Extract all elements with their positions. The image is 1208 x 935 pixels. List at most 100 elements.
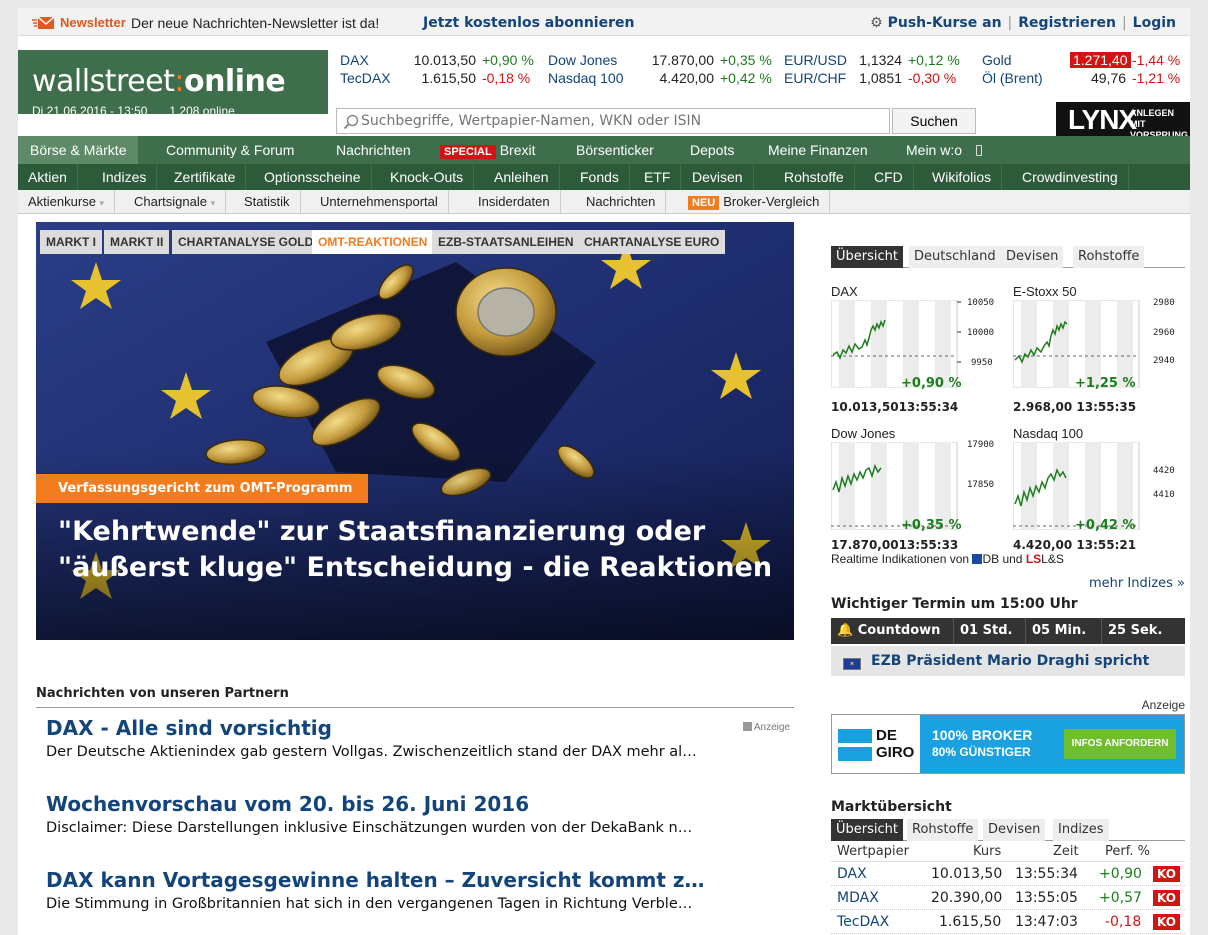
nav-fonds[interactable]: Fonds <box>570 164 630 190</box>
nav-crowdinvesting[interactable]: Crowdinvesting <box>1012 164 1129 190</box>
tab-rohstoffe[interactable]: Rohstoffe <box>1073 246 1145 268</box>
nav-cfd[interactable]: CFD <box>864 164 914 190</box>
news-title[interactable]: DAX kann Vortagesgewinne halten – Zuvers… <box>46 868 794 892</box>
quote-name[interactable]: DAX <box>340 52 369 68</box>
row-time: 13:55:34 <box>1015 866 1078 882</box>
nav-meine-finanzen[interactable]: Meine Finanzen <box>756 136 880 164</box>
nav-boersenticker[interactable]: Börsenticker <box>564 136 666 164</box>
hero-teaser[interactable]: MARKT I MARKT II CHARTANALYSE GOLD OMT-R… <box>36 222 794 640</box>
tick-label: 9950 <box>971 358 993 368</box>
nav-optionsscheine[interactable]: Optionsscheine <box>254 164 372 190</box>
search-button[interactable]: Suchen <box>892 108 976 134</box>
news-title[interactable]: Wochenvorschau vom 20. bis 26. Juni 2016 <box>46 792 794 816</box>
login-link[interactable]: Login <box>1133 15 1176 31</box>
table-row[interactable]: MDAX 20.390,00 13:55:05 +0,57 KO <box>831 886 1185 910</box>
market-tab-rohstoffe[interactable]: Rohstoffe <box>907 819 979 841</box>
row-time: 13:47:03 <box>1015 914 1078 930</box>
quote-name[interactable]: Gold <box>982 52 1012 68</box>
quote-name[interactable]: EUR/CHF <box>784 70 846 86</box>
row-name[interactable]: DAX <box>837 862 867 886</box>
mail-icon <box>32 17 54 29</box>
nav-depots[interactable]: Depots <box>678 136 746 164</box>
nav-aktien[interactable]: Aktien <box>18 164 78 190</box>
nav-boerse-maerkte[interactable]: Börse & Märkte <box>18 136 139 164</box>
degiro-cta-button[interactable]: INFOS ANFORDERN <box>1064 729 1176 759</box>
nav-anleihen[interactable]: Anleihen <box>484 164 560 190</box>
mini-chart-estoxx[interactable]: E-Stoxx 50 2980 2960 2940 +1,25 % 2.968,… <box>1013 284 1185 416</box>
degiro-claim: 100% BROKER 80% GÜNSTIGER INFOS ANFORDER… <box>920 715 1184 773</box>
nav-broker-vergleich[interactable]: NEU Broker-Vergleich <box>678 190 831 213</box>
row-name[interactable]: MDAX <box>837 886 879 910</box>
search-input[interactable] <box>361 112 881 130</box>
lynx-banner[interactable]: LYNX ANLEGEN MIT VORSPRUNG <box>1056 102 1190 140</box>
tab-chartanalyse-gold[interactable]: CHARTANALYSE GOLD <box>172 230 320 254</box>
nav-nachrichten[interactable]: Nachrichten <box>324 136 423 164</box>
nav-knock-outs[interactable]: Knock-Outs <box>380 164 475 190</box>
nav-statistik[interactable]: Statistik <box>234 190 301 213</box>
nav-community-forum[interactable]: Community & Forum <box>154 136 306 164</box>
market-tab-indizes[interactable]: Indizes <box>1053 819 1109 841</box>
more-indices-link[interactable]: mehr Indizes » <box>1089 576 1185 591</box>
quote-change: -0,30 % <box>908 70 957 86</box>
news-item[interactable]: DAX - Alle sind vorsichtig Der Deutsche … <box>46 716 794 760</box>
quote-change: -0,18 % <box>482 70 531 86</box>
chart-name: E-Stoxx 50 <box>1013 284 1077 299</box>
row-name[interactable]: TecDAX <box>837 910 889 934</box>
logo[interactable]: wallstreet:online Di 21.06.2016 - 13:50 1… <box>18 50 328 118</box>
mini-chart-nasdaq[interactable]: Nasdaq 100 4420 4410 +0,42 % 4.420,00 13… <box>1013 426 1185 558</box>
quote-change: +0,42 % <box>720 70 772 86</box>
quote-name[interactable]: TecDAX <box>340 70 391 86</box>
register-link[interactable]: Registrieren <box>1018 15 1116 31</box>
quote-name[interactable]: Nasdaq 100 <box>548 70 624 86</box>
push-quotes-link[interactable]: Push-Kurse an <box>888 15 1002 31</box>
nav-insiderdaten[interactable]: Insiderdaten <box>468 190 561 213</box>
quote-name[interactable]: EUR/USD <box>784 52 847 68</box>
nav-unternehmensportal[interactable]: Unternehmensportal <box>310 190 449 213</box>
degiro-banner[interactable]: DE GIRO 100% BROKER 80% GÜNSTIGER INFOS … <box>831 714 1185 774</box>
tab-chartanalyse-euro[interactable]: CHARTANALYSE EURO <box>578 230 726 254</box>
tab-markt-2[interactable]: MARKT II <box>104 230 170 254</box>
ko-button[interactable]: KO <box>1153 890 1180 906</box>
nav-indizes[interactable]: Indizes <box>92 164 158 190</box>
nav-chartsignale[interactable]: Chartsignale ▾ <box>124 190 227 213</box>
table-row[interactable]: TecDAX 1.615,50 13:47:03 -0,18 KO <box>831 910 1185 934</box>
quote-row: TecDAX 1.615,50 -0,18 % Nasdaq 100 4.420… <box>336 70 1190 88</box>
tab-devisen[interactable]: Devisen <box>1001 246 1064 268</box>
nav-mein-wo[interactable]: Mein w:o <box>894 136 994 164</box>
nav-nachrichten-sub[interactable]: Nachrichten <box>576 190 667 213</box>
nav-devisen[interactable]: Devisen <box>682 164 754 190</box>
news-title[interactable]: DAX - Alle sind vorsichtig <box>46 716 794 740</box>
quote-name[interactable]: Öl (Brent) <box>982 70 1043 86</box>
newsletter-subscribe-link[interactable]: Jetzt kostenlos abonnieren <box>423 15 634 31</box>
quote-name[interactable]: Dow Jones <box>548 52 617 68</box>
date-time: Di 21.06.2016 - 13:50 <box>32 104 148 118</box>
quote-change: -1,44 % <box>1132 52 1181 68</box>
news-item[interactable]: DAX kann Vortagesgewinne halten – Zuvers… <box>46 868 794 912</box>
market-tab-uebersicht[interactable]: Übersicht <box>831 819 903 841</box>
ko-button[interactable]: KO <box>1153 866 1180 882</box>
nav-zertifikate[interactable]: Zertifikate <box>164 164 247 190</box>
nav-etf[interactable]: ETF <box>634 164 682 190</box>
special-badge: SPECIAL <box>440 145 496 159</box>
nav-wikifolios[interactable]: Wikifolios <box>922 164 1003 190</box>
tab-ezb-staatsanleihen[interactable]: EZB-STAATSANLEIHEN <box>432 230 580 254</box>
nav-brexit[interactable]: SPECIAL Brexit <box>428 136 547 164</box>
chart-plot <box>1013 300 1140 388</box>
tab-uebersicht[interactable]: Übersicht <box>831 246 903 268</box>
tab-markt-1[interactable]: MARKT I <box>40 230 102 254</box>
mini-chart-dow-jones[interactable]: Dow Jones 17900 17850 +0,35 % 17.870,001… <box>831 426 1003 558</box>
nav-aktienkurse[interactable]: Aktienkurse ▾ <box>18 190 116 213</box>
tab-deutschland[interactable]: Deutschland <box>909 246 1001 268</box>
event-link[interactable]: ✶ EZB Präsident Mario Draghi spricht <box>831 646 1185 676</box>
quote-value: 10.013,50 <box>413 52 476 68</box>
ko-button[interactable]: KO <box>1153 914 1180 930</box>
nav-rohstoffe[interactable]: Rohstoffe <box>774 164 855 190</box>
market-tab-devisen[interactable]: Devisen <box>983 819 1046 841</box>
tick-label: 10050 <box>967 298 995 308</box>
hero-headline[interactable]: "Kehrtwende" zur Staatsfinanzierung oder… <box>58 514 778 586</box>
mini-chart-dax[interactable]: DAX 10050 10000 9950 +0,90 % 10.013,5013… <box>831 284 1003 416</box>
tab-omt-reaktionen[interactable]: OMT-REAKTIONEN <box>312 230 434 254</box>
news-teaser: Der Deutsche Aktienindex gab gestern Vol… <box>46 744 697 760</box>
table-row[interactable]: DAX 10.013,50 13:55:34 +0,90 KO <box>831 862 1185 886</box>
news-item[interactable]: Wochenvorschau vom 20. bis 26. Juni 2016… <box>46 792 794 836</box>
